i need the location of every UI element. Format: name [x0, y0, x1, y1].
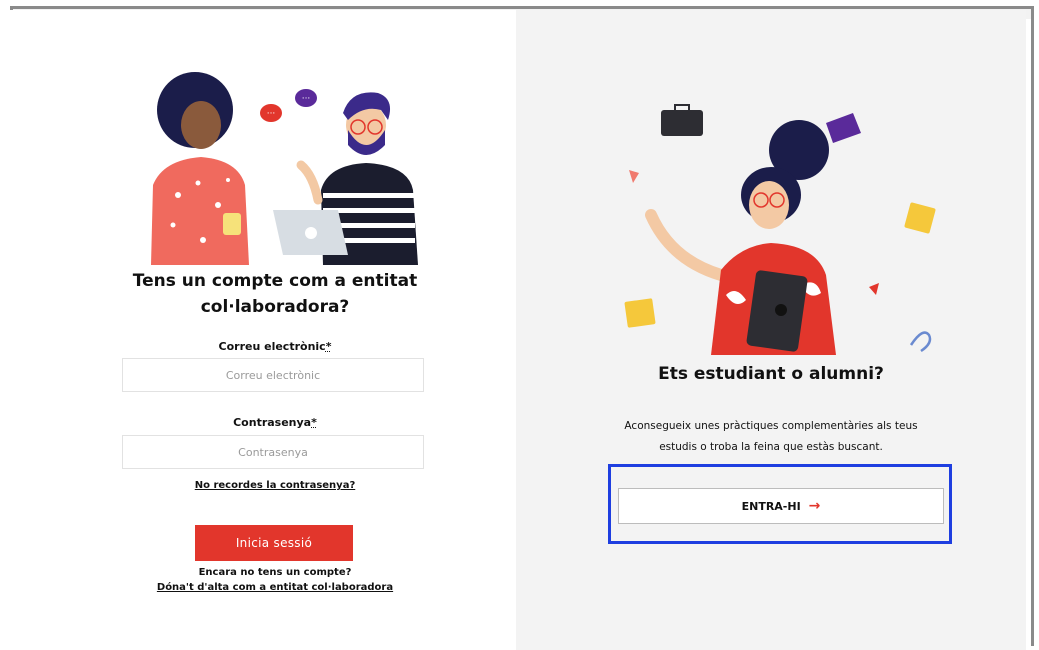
email-required-mark: *	[325, 340, 332, 353]
password-label-text: Contrasenya	[233, 416, 312, 429]
student-description: Aconsegueix unes pràctiques complementàr…	[596, 416, 946, 458]
arrow-right-icon: →	[808, 498, 821, 514]
student-illustration	[624, 104, 936, 355]
collaborator-login-panel: ··· ··· Tens un compte com a entitat col…	[10, 10, 516, 650]
collaborators-illustration: ··· ···	[151, 72, 418, 265]
svg-text:···: ···	[267, 109, 276, 119]
login-heading-line2: col·laboradora?	[200, 297, 350, 317]
register-link[interactable]: Dóna't d'alta com a entitat col·laborado…	[50, 582, 500, 593]
email-label-text: Correu electrònic	[218, 340, 326, 353]
login-heading: Tens un compte com a entitat col·laborad…	[50, 268, 500, 320]
enter-button-label: ENTRA-HI	[741, 499, 801, 513]
student-description-line1: Aconsegueix unes pràctiques complementàr…	[624, 420, 918, 432]
forgot-password-link[interactable]: No recordes la contrasenya?	[50, 480, 500, 491]
login-button[interactable]: Inicia sessió	[195, 525, 353, 561]
login-heading-line1: Tens un compte com a entitat	[132, 271, 418, 291]
password-input[interactable]	[122, 435, 424, 469]
email-label: Correu electrònic*	[50, 340, 500, 353]
email-input[interactable]	[122, 358, 424, 392]
enter-button[interactable]: ENTRA-HI →	[618, 488, 944, 524]
svg-text:···: ···	[302, 94, 311, 104]
password-required-mark: *	[311, 416, 317, 429]
student-heading: Ets estudiant o alumni?	[658, 364, 884, 384]
student-description-line2: estudis o troba la feina que estàs busca…	[659, 441, 883, 453]
password-label: Contrasenya*	[50, 416, 500, 429]
student-panel: Ets estudiant o alumni? Aconsegueix unes…	[516, 10, 1026, 650]
no-account-text: Encara no tens un compte?	[198, 567, 352, 578]
